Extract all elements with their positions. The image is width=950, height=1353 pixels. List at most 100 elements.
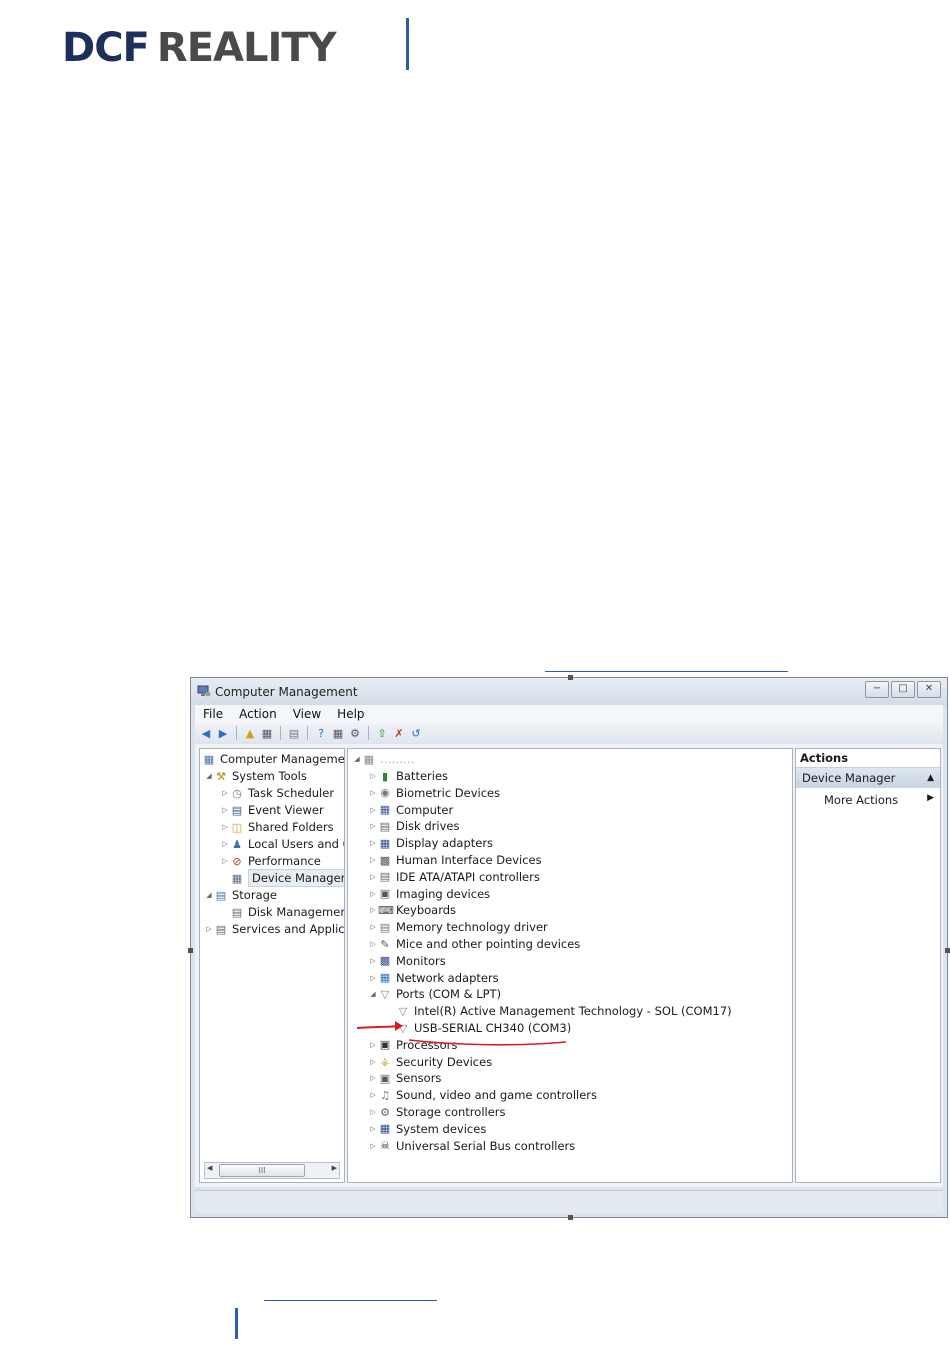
- collapse-up-icon[interactable]: ▲: [927, 768, 934, 788]
- device-category[interactable]: ▷ ◉ Biometric Devices: [368, 785, 500, 801]
- expand-arrow-icon[interactable]: ▷: [220, 802, 230, 818]
- resize-grip-right[interactable]: [945, 948, 950, 953]
- menu-file[interactable]: File: [195, 707, 231, 721]
- device-category[interactable]: ▷ ▣ Processors: [368, 1037, 457, 1053]
- tree-item-disk-management[interactable]: ▤ Disk Management: [230, 904, 344, 920]
- tree-item-services[interactable]: ▷ ▤ Services and Applicat: [204, 921, 344, 937]
- tree-item-storage[interactable]: ◢ ▤ Storage: [204, 887, 277, 903]
- device-category[interactable]: ▷ ▦ Computer: [368, 802, 453, 818]
- expand-arrow-icon[interactable]: ▷: [368, 1104, 378, 1120]
- computer-icon: ▦: [379, 803, 391, 817]
- menu-action[interactable]: Action: [231, 707, 285, 721]
- expand-arrow-icon[interactable]: ▷: [368, 902, 378, 918]
- action-pane-icon[interactable]: ▦: [331, 726, 345, 740]
- resize-grip-top[interactable]: [568, 675, 573, 680]
- scroll-thumb[interactable]: III: [219, 1164, 305, 1177]
- expand-arrow-icon[interactable]: ▷: [368, 818, 378, 834]
- actions-section-label: Device Manager: [802, 771, 896, 785]
- update-driver-icon[interactable]: ⇧: [375, 726, 389, 740]
- device-category[interactable]: ▷ ▤ Disk drives: [368, 818, 459, 834]
- scan-hardware-icon[interactable]: ⚙: [348, 726, 362, 740]
- expand-arrow-icon[interactable]: ▷: [368, 802, 378, 818]
- expand-arrow-icon[interactable]: ▷: [220, 853, 230, 869]
- keyboard-icon: ⌨: [378, 903, 394, 917]
- expand-arrow-icon[interactable]: ▷: [220, 819, 230, 835]
- expand-arrow-icon[interactable]: ▷: [368, 1037, 378, 1053]
- menu-view[interactable]: View: [285, 707, 329, 721]
- expand-arrow-icon[interactable]: ▷: [368, 1054, 378, 1070]
- device-tree-root[interactable]: ◢ ▦ ………: [352, 751, 414, 767]
- device-category[interactable]: ▷ ▦ System devices: [368, 1121, 486, 1137]
- top-rule: [545, 671, 788, 672]
- tree-item-local-users[interactable]: ▷ ♟ Local Users and G: [220, 836, 344, 852]
- expand-arrow-icon[interactable]: ▷: [368, 1087, 378, 1103]
- properties-icon[interactable]: ▤: [287, 726, 301, 740]
- device-label: Display adapters: [396, 836, 494, 851]
- expand-arrow-icon[interactable]: ▷: [368, 936, 378, 952]
- help-icon[interactable]: ?: [314, 726, 328, 740]
- collapse-arrow-icon[interactable]: ◢: [352, 751, 362, 767]
- tree-item-performance[interactable]: ▷ ⊘ Performance: [220, 853, 321, 869]
- back-arrow-icon[interactable]: ◀: [199, 726, 213, 740]
- collapse-arrow-icon[interactable]: ◢: [368, 986, 378, 1002]
- device-category[interactable]: ▷ ▤ IDE ATA/ATAPI controllers: [368, 869, 540, 885]
- device-category[interactable]: ▷ ▦ Network adapters: [368, 970, 498, 986]
- uninstall-icon[interactable]: ✗: [392, 726, 406, 740]
- device-category[interactable]: ▷ ☠ Universal Serial Bus controllers: [368, 1138, 575, 1154]
- device-category[interactable]: ▷ ⚙ Storage controllers: [368, 1104, 505, 1120]
- scroll-right-icon[interactable]: ▶: [332, 1164, 337, 1172]
- expand-arrow-icon[interactable]: ▷: [368, 953, 378, 969]
- show-hide-tree-icon[interactable]: ▦: [260, 726, 274, 740]
- expand-arrow-icon[interactable]: ▷: [368, 1070, 378, 1086]
- port-device[interactable]: ▽ Intel(R) Active Management Technology -…: [386, 1003, 732, 1019]
- close-button[interactable]: ✕: [917, 681, 941, 698]
- device-category[interactable]: ▷ ✎ Mice and other pointing devices: [368, 936, 580, 952]
- expand-arrow-icon[interactable]: ▷: [368, 1138, 378, 1154]
- tree-item-system-tools[interactable]: ◢ ⚒ System Tools: [204, 768, 307, 784]
- port-device[interactable]: ▽ USB-SERIAL CH340 (COM3): [386, 1020, 571, 1036]
- actions-section-device-manager[interactable]: Device Manager ▲: [796, 768, 940, 788]
- expand-arrow-icon[interactable]: ▷: [204, 921, 214, 937]
- enable-device-icon[interactable]: ↺: [409, 726, 423, 740]
- maximize-button[interactable]: □: [891, 681, 915, 698]
- menu-help[interactable]: Help: [329, 707, 372, 721]
- expand-arrow-icon[interactable]: ▷: [368, 869, 378, 885]
- tree-item-event-viewer[interactable]: ▷ ▤ Event Viewer: [220, 802, 323, 818]
- device-category[interactable]: ▷ ▩ Human Interface Devices: [368, 852, 541, 868]
- tree-item-computer-management[interactable]: ▦ Computer Management: [202, 751, 344, 767]
- minimize-button[interactable]: −: [865, 681, 889, 698]
- expand-arrow-icon[interactable]: ▷: [368, 919, 378, 935]
- expand-arrow-icon[interactable]: ▷: [368, 886, 378, 902]
- horizontal-scrollbar[interactable]: ◀ III ▶: [204, 1162, 340, 1179]
- device-category[interactable]: ▷ ♫ Sound, video and game controllers: [368, 1087, 597, 1103]
- device-category[interactable]: ▷ ▤ Memory technology driver: [368, 919, 547, 935]
- expand-arrow-icon[interactable]: ▷: [368, 835, 378, 851]
- expand-arrow-icon[interactable]: ▷: [368, 852, 378, 868]
- expand-arrow-icon[interactable]: ▷: [368, 1121, 378, 1137]
- device-category[interactable]: ▷ ⌨ Keyboards: [368, 902, 456, 918]
- resize-grip-left[interactable]: [188, 948, 193, 953]
- device-category[interactable]: ▷ ▦ Display adapters: [368, 835, 493, 851]
- forward-arrow-icon[interactable]: ▶: [216, 726, 230, 740]
- expand-arrow-icon[interactable]: ▷: [368, 785, 378, 801]
- collapse-arrow-icon[interactable]: ◢: [204, 768, 214, 784]
- scroll-left-icon[interactable]: ◀: [207, 1164, 212, 1172]
- device-category[interactable]: ▷ ▮ Batteries: [368, 768, 448, 784]
- expand-arrow-icon[interactable]: ▷: [220, 785, 230, 801]
- expand-arrow-icon[interactable]: ▷: [368, 970, 378, 986]
- device-category[interactable]: ▷ ⚶ Security Devices: [368, 1054, 492, 1070]
- up-folder-icon[interactable]: ▲: [243, 726, 257, 740]
- expand-arrow-icon[interactable]: ▷: [368, 768, 378, 784]
- network-adapter-icon: ▦: [379, 971, 391, 985]
- tree-item-device-manager[interactable]: ▦ Device Manager: [220, 869, 344, 887]
- device-category[interactable]: ▷ ▣ Sensors: [368, 1070, 441, 1086]
- more-actions-link[interactable]: More Actions: [824, 793, 898, 807]
- device-category[interactable]: ▷ ▩ Monitors: [368, 953, 445, 969]
- collapse-arrow-icon[interactable]: ◢: [204, 887, 214, 903]
- resize-grip-bottom[interactable]: [568, 1215, 573, 1220]
- tree-item-shared-folders[interactable]: ▷ ◫ Shared Folders: [220, 819, 333, 835]
- device-category[interactable]: ▷ ▣ Imaging devices: [368, 886, 490, 902]
- tree-item-task-scheduler[interactable]: ▷ ◷ Task Scheduler: [220, 785, 334, 801]
- expand-arrow-icon[interactable]: ▷: [220, 836, 230, 852]
- device-category[interactable]: ◢ ▽ Ports (COM & LPT): [368, 986, 501, 1002]
